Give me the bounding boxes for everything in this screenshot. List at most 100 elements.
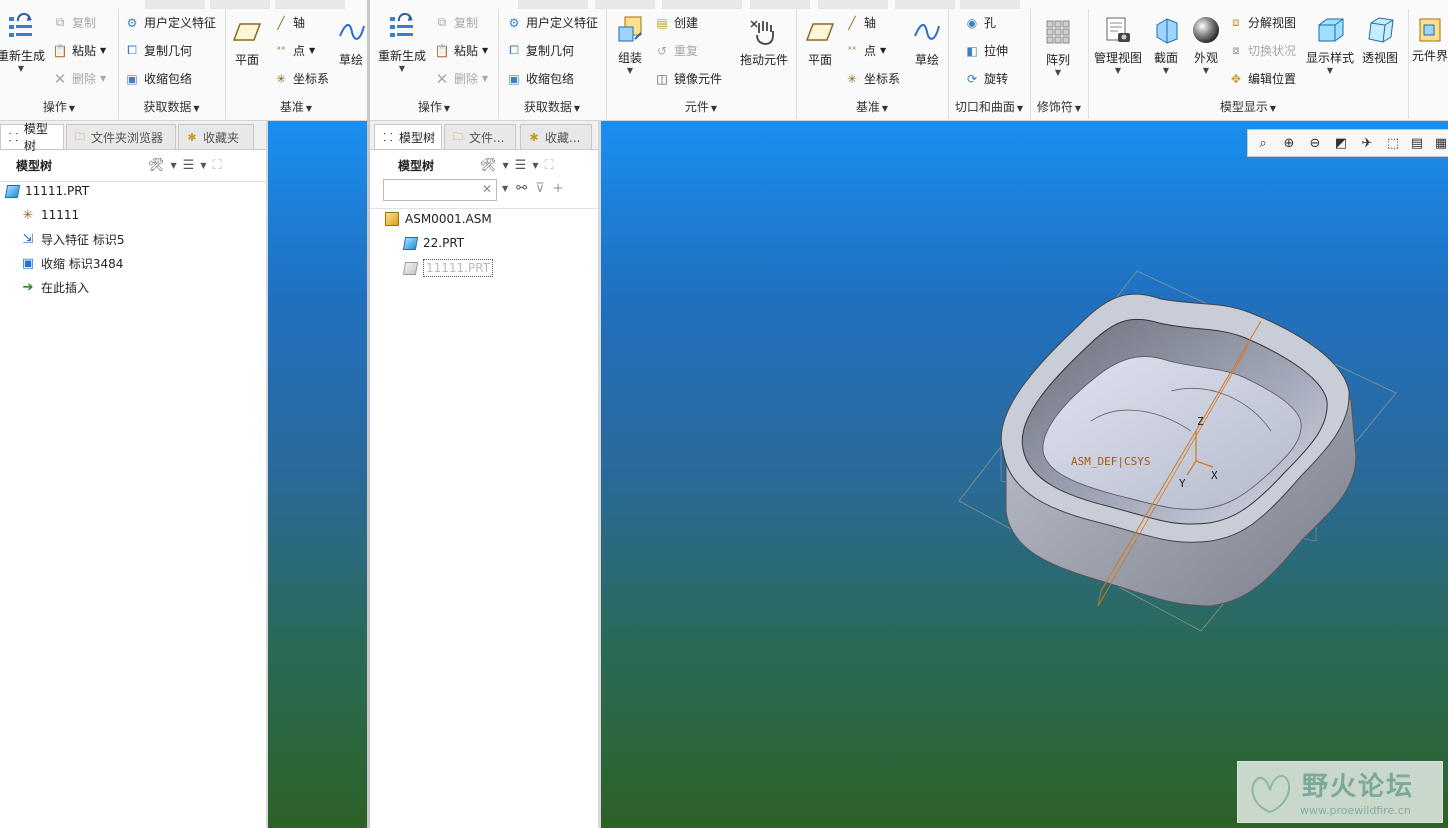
sketch-button[interactable]: 草绘 <box>335 15 367 68</box>
group-label-modifiers[interactable]: 修饰符 ▼ <box>1030 98 1088 115</box>
tree-item-insert-here[interactable]: ➔ 在此插入 <box>20 279 89 296</box>
show-dropdown-icon[interactable]: ▼ <box>200 161 206 170</box>
show-icon[interactable]: ☰ <box>183 158 195 173</box>
regenerate-button[interactable]: 重新生成 ▼ <box>0 11 46 73</box>
view-manager-icon[interactable]: ▦ <box>1432 134 1448 152</box>
settings-dropdown-icon[interactable]: ▼ <box>503 161 509 170</box>
delete-button[interactable]: ✕ 删除 ▼ <box>52 70 106 88</box>
tree-item-part-11111[interactable]: 11111.PRT <box>402 259 494 277</box>
group-label-model-display[interactable]: 模型显示 ▼ <box>1088 98 1408 115</box>
tab-folder-browser[interactable]: 🗀 文件... <box>444 124 516 149</box>
pattern-button[interactable]: 阵列 ▼ <box>1038 15 1078 77</box>
point-button[interactable]: ˣˣ 点 ▼ <box>844 42 887 59</box>
copy-button[interactable]: ⧉ 复制 <box>434 14 478 31</box>
group-label-operations[interactable]: 操作 ▼ <box>370 98 498 115</box>
point-button[interactable]: ˣˣ 点 ▼ <box>273 42 316 59</box>
csys-button[interactable]: ✳ 坐标系 <box>844 70 900 87</box>
ribbon-tab-8[interactable] <box>960 0 1020 9</box>
appearance-button[interactable]: 外观 ▼ <box>1188 13 1224 75</box>
delete-button[interactable]: ✕ 删除 ▼ <box>434 70 488 88</box>
perspective-button[interactable]: 透视图 <box>1358 13 1402 66</box>
tree-filter-icon[interactable]: ⛶ <box>544 158 553 173</box>
graphics-area-main[interactable]: ⌕ ⊕ ⊖ ◩ ✈ ⬚ ▤ ▦ Z Y X ASM_DEF|CSYS 野火论坛 … <box>601 121 1448 828</box>
tree-item-shrinkwrap[interactable]: ▣ 收缩 标识3484 <box>20 255 124 272</box>
search-dropdown-icon[interactable]: ▼ <box>502 184 508 193</box>
drag-components-button[interactable]: 拖动元件 <box>736 15 792 68</box>
axis-button[interactable]: ╱ 轴 <box>844 14 876 31</box>
repeat-button[interactable]: ↺ 重复 <box>654 42 698 59</box>
tree-search-input[interactable] <box>384 180 482 200</box>
zoom-out-icon[interactable]: ⊖ <box>1306 134 1324 152</box>
tree-item-import-feature[interactable]: ⇲ 导入特征 标识5 <box>20 231 125 248</box>
copy-geometry-button[interactable]: ⧠ 复制几何 <box>506 42 574 59</box>
paste-button[interactable]: 📋 粘贴 ▼ <box>434 42 489 59</box>
clear-search-icon[interactable]: ✕ <box>482 182 492 196</box>
component-interface-button[interactable]: 元件界 <box>1412 13 1448 64</box>
ribbon-tab-2[interactable] <box>518 0 588 9</box>
extrude-button[interactable]: ◧ 拉伸 <box>964 42 1008 59</box>
plane-button[interactable]: 平面 <box>229 15 265 68</box>
group-label-get-data[interactable]: 获取数据 ▼ <box>118 98 225 115</box>
tab-favorites[interactable]: ✱ 收藏夹 <box>178 124 254 149</box>
tree-filter-icon[interactable]: ⛶ <box>212 158 221 173</box>
csys-button[interactable]: ✳ 坐标系 <box>273 70 329 87</box>
create-button[interactable]: ▤ 创建 <box>654 14 698 31</box>
group-label-operations[interactable]: 操作 ▼ <box>0 98 118 115</box>
user-defined-feature-button[interactable]: ⚙ 用户定义特征 <box>506 14 598 31</box>
ribbon-tab-4[interactable] <box>275 0 345 9</box>
manage-views-button[interactable]: 管理视图 ▼ <box>1092 13 1144 75</box>
tree-item-assembly[interactable]: ASM0001.ASM <box>384 211 492 227</box>
repaint-icon[interactable]: ◩ <box>1332 134 1350 152</box>
binoculars-icon[interactable]: ⚯ <box>516 181 527 196</box>
section-button[interactable]: 截面 ▼ <box>1148 13 1184 75</box>
add-icon[interactable]: + <box>553 181 564 196</box>
saved-views-icon[interactable]: ▤ <box>1408 134 1426 152</box>
sketch-button[interactable]: 草绘 <box>910 15 944 68</box>
group-label-component[interactable]: 元件 ▼ <box>606 98 796 115</box>
graphics-area-left[interactable] <box>268 121 367 828</box>
reorient-icon[interactable]: ✈ <box>1358 134 1376 152</box>
mirror-component-button[interactable]: ◫ 镜像元件 <box>654 70 722 87</box>
ribbon-tab-2[interactable] <box>145 0 205 9</box>
display-style-button[interactable]: 显示样式 ▼ <box>1304 13 1356 75</box>
ribbon-tab-4[interactable] <box>662 0 742 9</box>
settings-icon[interactable]: 🛠 <box>480 158 497 173</box>
settings-dropdown-icon[interactable]: ▼ <box>171 161 177 170</box>
hole-button[interactable]: ◉ 孔 <box>964 14 996 31</box>
copy-button[interactable]: ⧉ 复制 <box>52 14 96 31</box>
ribbon-tab-3[interactable] <box>210 0 270 9</box>
refit-icon[interactable]: ⌕ <box>1254 134 1272 152</box>
group-label-datum[interactable]: 基准 ▼ <box>796 98 948 115</box>
ribbon-tab-model[interactable] <box>72 0 142 9</box>
tab-folder-browser[interactable]: 🗀 文件夹浏览器 <box>66 124 176 149</box>
axis-button[interactable]: ╱ 轴 <box>273 14 305 31</box>
model-3d-view[interactable]: Z Y X ASM_DEF|CSYS <box>951 261 1411 641</box>
toggle-status-button[interactable]: ⧇ 切换状况 <box>1228 42 1296 59</box>
regenerate-button[interactable]: 重新生成 ▼ <box>376 11 428 73</box>
tree-item-csys[interactable]: ✳ 11111 <box>20 207 80 223</box>
plane-button[interactable]: 平面 <box>802 15 838 68</box>
ribbon-tab-5[interactable] <box>750 0 810 9</box>
settings-icon[interactable]: 🛠 <box>148 158 165 173</box>
shrinkwrap-button[interactable]: ▣ 收缩包络 <box>124 70 192 87</box>
group-label-datum[interactable]: 基准 ▼ <box>225 98 367 115</box>
ribbon-tab-6[interactable] <box>818 0 888 9</box>
zoom-in-icon[interactable]: ⊕ <box>1280 134 1298 152</box>
ribbon-tab-7[interactable] <box>895 0 955 9</box>
tab-model-tree[interactable]: ⸬ 模型树 <box>374 124 442 149</box>
show-dropdown-icon[interactable]: ▼ <box>532 161 538 170</box>
ribbon-tab-3[interactable] <box>595 0 655 9</box>
tab-favorites[interactable]: ✱ 收藏... <box>520 124 592 149</box>
tree-item-part-22[interactable]: 22.PRT <box>402 235 464 251</box>
ribbon-tab-model[interactable] <box>452 0 512 9</box>
explode-view-button[interactable]: ⧈ 分解视图 <box>1228 14 1296 31</box>
show-icon[interactable]: ☰ <box>515 158 527 173</box>
assemble-button[interactable]: 组装 ▼ <box>610 13 650 75</box>
filter-icon[interactable]: ⊽ <box>535 181 545 196</box>
edit-position-button[interactable]: ✥ 编辑位置 <box>1228 70 1296 87</box>
shrinkwrap-button[interactable]: ▣ 收缩包络 <box>506 70 574 87</box>
revolve-button[interactable]: ⟳ 旋转 <box>964 70 1008 87</box>
display-style-icon[interactable]: ⬚ <box>1384 134 1402 152</box>
group-label-cut-surface[interactable]: 切口和曲面 ▼ <box>948 98 1030 115</box>
user-defined-feature-button[interactable]: ⚙ 用户定义特征 <box>124 14 216 31</box>
